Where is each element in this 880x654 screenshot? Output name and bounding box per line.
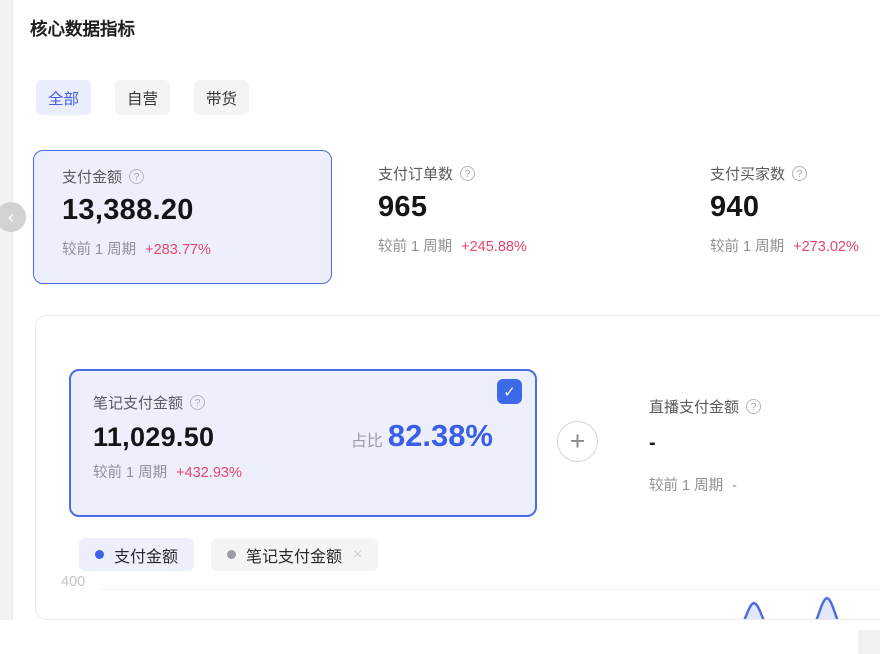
- metric-change-row: 较前 1 周期 +245.88%: [378, 235, 628, 256]
- compare-label: 较前 1 周期: [62, 242, 136, 258]
- subcard-label-row: 笔记支付金额 ?: [93, 392, 535, 413]
- legend-pill-note-payment[interactable]: 笔记支付金额 ×: [211, 538, 378, 571]
- metric-card-paid-orders[interactable]: 支付订单数 ? 965 较前 1 周期 +245.88%: [378, 163, 628, 256]
- metric-label: 支付金额: [62, 166, 122, 187]
- change-value: +273.02%: [793, 239, 859, 255]
- metric-label: 支付订单数: [378, 163, 453, 184]
- tab-self-operated[interactable]: 自营: [115, 80, 170, 115]
- metric-change-row: 较前 1 周期 +273.02%: [710, 235, 880, 256]
- ratio-group: 占比 82.38%: [351, 418, 493, 454]
- subcard-change-row: 较前 1 周期-: [649, 474, 880, 495]
- metric-label-row: 支付订单数 ?: [378, 163, 628, 184]
- subcard-label: 笔记支付金额: [93, 392, 183, 413]
- legend-label: 支付金额: [114, 543, 178, 567]
- page-title: 核心数据指标: [30, 16, 135, 41]
- subcard-change-row: 较前 1 周期 +432.93%: [93, 461, 535, 482]
- metric-card-payment-amount[interactable]: 支付金额 ? 13,388.20 较前 1 周期 +283.77%: [33, 150, 332, 284]
- help-icon[interactable]: ?: [460, 166, 475, 181]
- checked-checkbox[interactable]: ✓: [497, 379, 522, 404]
- legend-dot-icon: [95, 550, 104, 559]
- tab-affiliate[interactable]: 带货: [194, 80, 249, 115]
- subcard-label-row: 直播支付金额 ?: [649, 396, 880, 417]
- y-axis-tick-400: 400: [61, 574, 85, 590]
- change-value: +283.77%: [145, 242, 211, 258]
- subcard-value: 11,029.50: [93, 422, 214, 453]
- add-metric-button[interactable]: +: [557, 421, 598, 462]
- change-value: +432.93%: [176, 465, 242, 481]
- metric-change-row: 较前 1 周期 +283.77%: [62, 238, 331, 259]
- chevron-left-icon: ‹: [8, 208, 14, 226]
- tab-all[interactable]: 全部: [36, 80, 91, 115]
- help-icon[interactable]: ?: [129, 169, 144, 184]
- metric-scope-tabs: 全部 自营 带货: [36, 80, 249, 115]
- gridline-400: [102, 589, 880, 590]
- metric-label-row: 支付买家数 ?: [710, 163, 880, 184]
- legend-pill-payment-amount[interactable]: 支付金额: [79, 538, 194, 571]
- subcard-value-row: 11,029.50 占比 82.38%: [93, 418, 493, 454]
- change-value: +245.88%: [461, 239, 527, 255]
- metric-label: 支付买家数: [710, 163, 785, 184]
- metric-label-row: 支付金额 ?: [62, 166, 331, 187]
- metric-value: 13,388.20: [62, 194, 331, 227]
- chart-legend: 支付金额 笔记支付金额 ×: [79, 538, 378, 571]
- change-value: -: [732, 478, 737, 494]
- breakdown-panel: ✓ 笔记支付金额 ? 11,029.50 占比 82.38% 较前 1 周期 +4…: [35, 315, 880, 620]
- help-icon[interactable]: ?: [792, 166, 807, 181]
- scroll-left-button[interactable]: ‹: [0, 202, 26, 232]
- subcard-value: -: [649, 432, 880, 455]
- left-gutter: [0, 0, 13, 620]
- compare-label: 较前 1 周期: [649, 478, 723, 494]
- ratio-label: 占比: [351, 427, 383, 451]
- subcard-note-payment[interactable]: ✓ 笔记支付金额 ? 11,029.50 占比 82.38% 较前 1 周期 +4…: [69, 369, 537, 517]
- compare-label: 较前 1 周期: [710, 239, 784, 255]
- page-corner-fragment: [858, 630, 880, 654]
- legend-dot-icon: [227, 550, 236, 559]
- close-icon[interactable]: ×: [353, 546, 362, 564]
- metric-value: 965: [378, 191, 628, 224]
- metric-value: 940: [710, 191, 880, 224]
- metric-card-paid-buyers[interactable]: 支付买家数 ? 940 较前 1 周期 +273.02%: [710, 163, 880, 256]
- compare-label: 较前 1 周期: [378, 239, 452, 255]
- check-icon: ✓: [503, 383, 516, 401]
- help-icon[interactable]: ?: [746, 399, 761, 414]
- subcard-live-payment[interactable]: 直播支付金额 ? - 较前 1 周期-: [649, 396, 880, 495]
- subcard-label: 直播支付金额: [649, 396, 739, 417]
- help-icon[interactable]: ?: [190, 395, 205, 410]
- plus-icon: +: [570, 428, 586, 455]
- compare-label: 较前 1 周期: [93, 465, 167, 481]
- ratio-value: 82.38%: [388, 418, 493, 454]
- legend-label: 笔记支付金额: [246, 543, 342, 567]
